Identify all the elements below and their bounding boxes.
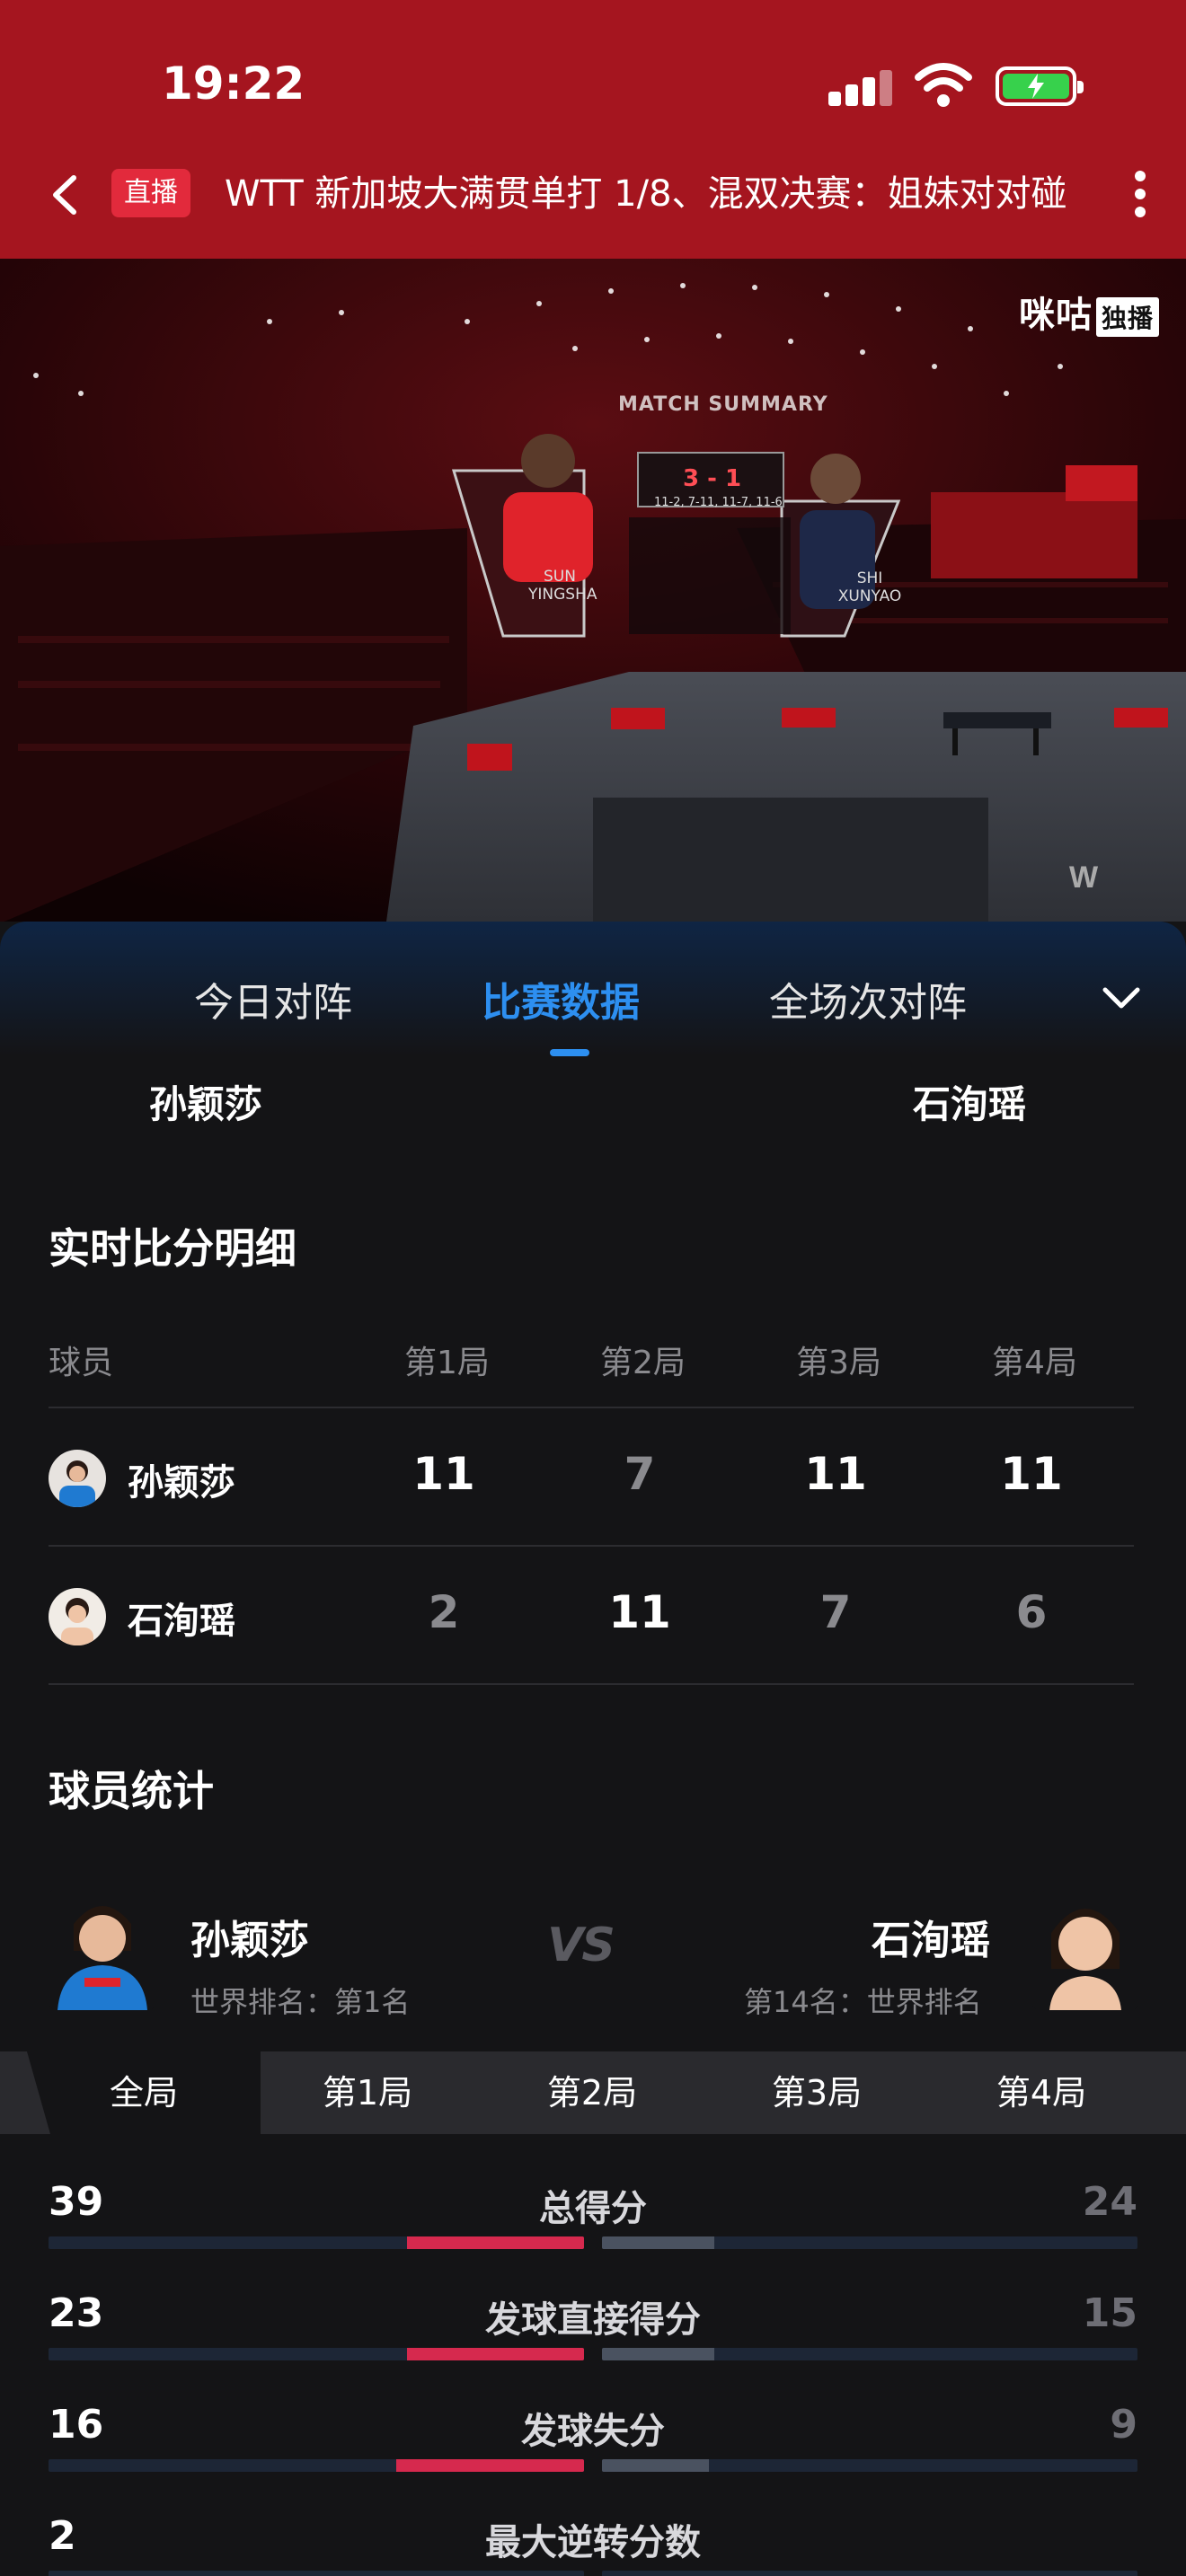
- col-player: 球员: [49, 1345, 114, 1381]
- signal-icon: [828, 66, 893, 106]
- header-player-right: 石洵瑶: [913, 1082, 1027, 1126]
- col-game-4: 第4局: [992, 1345, 1077, 1381]
- score-cell: 11: [412, 1448, 475, 1500]
- tab-all-matches[interactable]: 全场次对阵: [769, 970, 967, 1028]
- round-tab-all[interactable]: 全局: [27, 2051, 261, 2134]
- tab-match-data[interactable]: 比赛数据: [482, 970, 640, 1028]
- round-tab-1[interactable]: 第1局: [255, 2051, 480, 2134]
- stat-bar-left: [49, 2348, 584, 2360]
- score-cell: 11: [1000, 1448, 1063, 1500]
- vs-label: VS: [547, 1919, 615, 1972]
- stat-bar-right: [602, 2459, 1137, 2472]
- stat-bar-left: [49, 2571, 584, 2576]
- page-title: WTT 新加坡大满贯单打 1/8、混双决赛：姐妹对对碰: [225, 173, 1067, 215]
- stat-label: 总得分: [539, 2188, 647, 2229]
- score-cell: 2: [428, 1586, 460, 1638]
- avatar: [49, 1588, 106, 1645]
- chevron-down-icon[interactable]: [1102, 984, 1141, 1011]
- stat-label: 最大逆转分数: [485, 2522, 701, 2563]
- board-sets: 11-2, 7-11, 11-7, 11-6: [654, 496, 783, 509]
- stats-left-name: 孙颖莎: [190, 1918, 309, 1963]
- score-cell: 7: [624, 1448, 656, 1500]
- video-player[interactable]: W 咪咕 独播 MATCH SUMMARY 3 - 1 11-2, 7-11, 1…: [0, 259, 1186, 922]
- stat-right-value: 24: [1082, 2179, 1137, 2225]
- stat-label: 发球失分: [521, 2411, 665, 2452]
- score-cell: 7: [819, 1586, 852, 1638]
- col-game-1: 第1局: [404, 1345, 490, 1381]
- status-time: 19:22: [162, 57, 305, 110]
- avatar: [49, 1888, 156, 2010]
- score-cell: 11: [608, 1586, 671, 1638]
- stat-row: 39 总得分 24: [0, 2179, 1186, 2287]
- header: 19:22 直播 WTT 新加坡大满贯单打 1/8、混双决赛：姐妹对对碰: [0, 0, 1186, 259]
- board-score: 3 - 1: [683, 465, 742, 492]
- stat-bar-right-fill: [602, 2236, 715, 2249]
- score-cell: 6: [1015, 1586, 1048, 1638]
- divider: [49, 1545, 1134, 1547]
- table-row: 孙颖莎 11 7 11 11: [49, 1410, 1134, 1545]
- tab-bar: 今日对阵 比赛数据 全场次对阵: [0, 922, 1186, 1056]
- more-menu-icon[interactable]: [1132, 171, 1148, 219]
- score-cell: 11: [804, 1448, 867, 1500]
- round-tab-4[interactable]: 第4局: [929, 2051, 1154, 2134]
- stat-bar-right-fill: [602, 2348, 715, 2360]
- stat-bar-left: [49, 2236, 584, 2249]
- active-tab-indicator: [550, 1049, 589, 1056]
- score-detail-title: 实时比分明细: [49, 1224, 296, 1273]
- row-player-name: 孙颖莎: [128, 1462, 235, 1504]
- stat-row: 2 最大逆转分数: [0, 2513, 1186, 2576]
- back-arrow-icon[interactable]: [45, 172, 84, 217]
- stat-label: 发球直接得分: [485, 2299, 701, 2341]
- status-icons: [828, 63, 1084, 108]
- board-title: MATCH SUMMARY: [618, 393, 828, 416]
- stat-right-value: 15: [1082, 2290, 1137, 2336]
- board-player2: SHI XUNYAO: [837, 569, 902, 605]
- header-player-left: 孙颖莎: [149, 1082, 263, 1126]
- tab-today-matches[interactable]: 今日对阵: [194, 970, 352, 1028]
- stat-bar-left-fill: [396, 2459, 584, 2472]
- stat-bar-right-fill: [602, 2459, 710, 2472]
- divider: [49, 1683, 1134, 1685]
- row-player-name: 石洵瑶: [128, 1601, 235, 1642]
- stats-right-name: 石洵瑶: [872, 1918, 990, 1963]
- stat-right-value: 9: [1110, 2402, 1137, 2448]
- live-badge: 直播: [111, 169, 190, 217]
- score-table-header: 球员 第1局 第2局 第3局 第4局: [49, 1337, 1134, 1381]
- board-player1: SUN YINGSHA: [528, 568, 597, 604]
- avatar: [1031, 1888, 1139, 2010]
- col-game-3: 第3局: [796, 1345, 881, 1381]
- stat-bar-right: [602, 2571, 1137, 2576]
- avatar: [49, 1450, 106, 1507]
- watermark-logo: 咪咕 独播: [1019, 286, 1159, 338]
- svg-text:W: W: [1069, 860, 1099, 895]
- col-game-2: 第2局: [600, 1345, 686, 1381]
- round-tab-bar: 全局 第1局 第2局 第3局 第4局: [0, 2051, 1186, 2134]
- stat-bar-right: [602, 2348, 1137, 2360]
- player-stats-title: 球员统计: [49, 1767, 214, 1815]
- stat-bar-right: [602, 2236, 1137, 2249]
- app-screen: 19:22 直播 WTT 新加坡大满贯单打 1/8、混双决赛：姐妹对对碰 W 咪…: [0, 0, 1186, 2576]
- stat-row: 16 发球失分 9: [0, 2402, 1186, 2510]
- nav-bar: 直播 WTT 新加坡大满贯单打 1/8、混双决赛：姐妹对对碰: [0, 162, 1186, 226]
- wifi-icon: [915, 63, 972, 107]
- stats-left-rank: 世界排名：第1名: [190, 1985, 411, 2019]
- divider: [49, 1407, 1134, 1408]
- table-row: 石洵瑶 2 11 7 6: [49, 1548, 1134, 1683]
- stat-row: 23 发球直接得分 15: [0, 2290, 1186, 2398]
- stats-right-rank: 第14名：世界排名: [744, 1985, 982, 2019]
- stat-bar-left-fill: [407, 2348, 584, 2360]
- round-tab-2[interactable]: 第2局: [480, 2051, 704, 2134]
- stat-bar-left: [49, 2459, 584, 2472]
- stat-bar-left-fill: [407, 2236, 584, 2249]
- round-tab-3[interactable]: 第3局: [704, 2051, 929, 2134]
- battery-icon: [996, 66, 1084, 106]
